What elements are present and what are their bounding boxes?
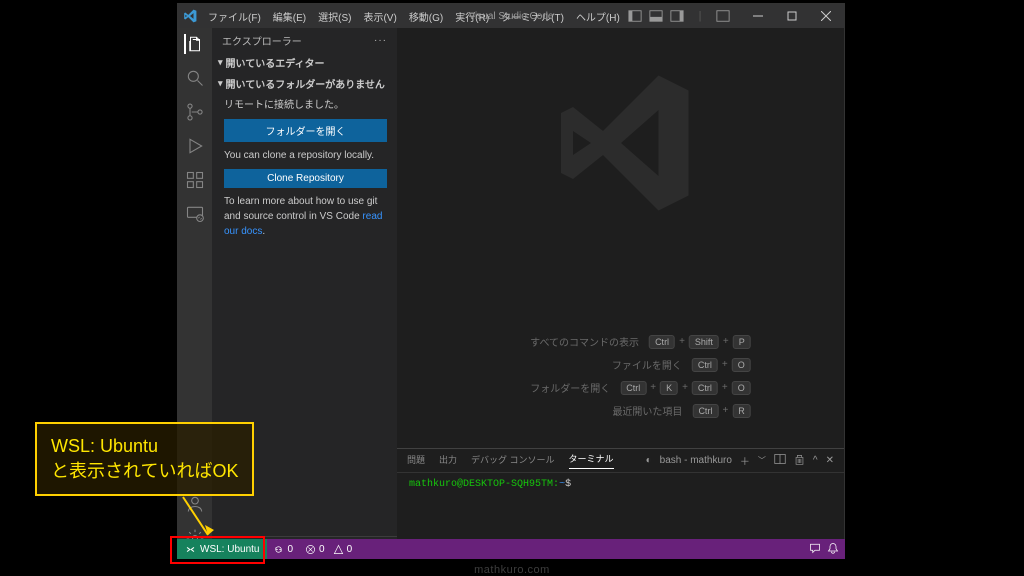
clone-msg: You can clone a repository locally.	[224, 148, 387, 163]
status-feedback-icon[interactable]	[809, 542, 821, 557]
panel-tabs: 問題 出力 デバッグ コンソール ターミナル ◐ bash - mathkuro…	[397, 449, 844, 473]
key: Ctrl	[649, 335, 675, 349]
callout-line2: と表示されていればOK	[51, 459, 238, 484]
key: K	[660, 381, 678, 395]
run-debug-icon[interactable]	[185, 136, 205, 156]
key: R	[732, 404, 751, 418]
kill-terminal-icon[interactable]	[794, 454, 805, 468]
extensions-icon[interactable]	[185, 170, 205, 190]
learn-text: To learn more about how to use git and s…	[224, 196, 377, 222]
shortcut-keys: Ctrl+Shift+P	[649, 335, 751, 349]
minimize-button[interactable]	[744, 4, 772, 28]
welcome-shortcuts: すべてのコマンドの表示 Ctrl+Shift+P ファイルを開く Ctrl+O フォルダ…	[490, 334, 751, 418]
menu-selection[interactable]: 選択(S)	[312, 6, 357, 27]
menu-help[interactable]: ヘルプ(H)	[570, 6, 626, 27]
status-sync[interactable]: 0	[267, 544, 299, 555]
terminal-user: mathkuro	[409, 479, 457, 490]
panel-tab-problems[interactable]: 問題	[407, 453, 425, 469]
shortcut-label: すべてのコマンドの表示	[519, 334, 639, 349]
status-warnings[interactable]: 0	[327, 544, 359, 555]
titlebar-controls: |	[626, 4, 844, 28]
key: Ctrl	[692, 381, 718, 395]
panel-actions: ◐ bash - mathkuro ＋ ﹀ ^ ✕	[646, 453, 834, 468]
key: Ctrl	[692, 358, 718, 372]
more-icon[interactable]: ···	[374, 35, 387, 46]
clone-repository-button[interactable]: Clone Repository	[224, 169, 387, 188]
callout-pointer	[178, 495, 228, 545]
statusbar: WSL: Ubuntu 0 0 0	[177, 539, 845, 559]
window-title: Visual Studio Code	[469, 11, 554, 22]
menu-file[interactable]: ファイル(F)	[202, 6, 267, 27]
remote-explorer-icon[interactable]	[185, 204, 205, 224]
panel-tab-terminal[interactable]: ターミナル	[569, 452, 614, 469]
key: O	[732, 358, 751, 372]
key: Shift	[689, 335, 719, 349]
chevron-down-icon	[218, 57, 223, 68]
shortcut-label: 最近開いた項目	[562, 403, 682, 418]
panel-tab-output[interactable]: 出力	[439, 453, 457, 469]
layout-sidebar-right-icon[interactable]	[668, 7, 686, 25]
close-button[interactable]	[812, 4, 840, 28]
add-terminal-icon[interactable]: ＋	[740, 453, 750, 468]
remote-connected-msg: リモートに接続しました。	[224, 98, 387, 113]
learn-msg: To learn more about how to use git and s…	[224, 194, 387, 239]
sidebar-content: リモートに接続しました。 フォルダーを開く You can clone a re…	[212, 94, 397, 247]
split-terminal-icon[interactable]	[774, 453, 786, 468]
titlebar: ファイル(F) 編集(E) 選択(S) 表示(V) 移動(G) 実行(R) ター…	[178, 4, 844, 28]
key: O	[732, 381, 751, 395]
terminal-shell-label[interactable]: bash - mathkuro	[660, 455, 732, 466]
chevron-down-icon	[218, 78, 223, 89]
terminal-shell-icon[interactable]: ◐	[646, 455, 652, 466]
terminal-dropdown-icon[interactable]: ﹀	[758, 455, 766, 466]
menu-view[interactable]: 表示(V)	[357, 6, 402, 27]
layout-sidebar-icon[interactable]	[626, 7, 644, 25]
key: Ctrl	[620, 381, 646, 395]
callout-line1: WSL: Ubuntu	[51, 434, 238, 459]
no-folder-section[interactable]: 開いているフォルダーがありません	[212, 73, 397, 94]
welcome-view: すべてのコマンドの表示 Ctrl+Shift+P ファイルを開く Ctrl+O フォルダ…	[397, 28, 844, 448]
source-control-icon[interactable]	[185, 102, 205, 122]
key: P	[733, 335, 751, 349]
vscode-logo-icon	[178, 9, 202, 23]
sidebar-header: エクスプローラー ···	[212, 28, 397, 52]
status-bell-icon[interactable]	[827, 542, 839, 557]
image-watermark: mathkuro.com	[474, 564, 550, 576]
maximize-panel-icon[interactable]: ^	[813, 455, 818, 466]
terminal-prompt: $	[565, 479, 571, 490]
maximize-button[interactable]	[778, 4, 806, 28]
terminal-host: DESKTOP-SQH95TM	[463, 479, 553, 490]
menu-go[interactable]: 移動(G)	[403, 6, 449, 27]
shortcut-keys: Ctrl+O	[692, 358, 751, 372]
layout-customize-icon[interactable]	[714, 7, 732, 25]
no-folder-label: 開いているフォルダーがありません	[226, 76, 385, 91]
shortcut-label: ファイルを開く	[562, 357, 682, 372]
editor-area: すべてのコマンドの表示 Ctrl+Shift+P ファイルを開く Ctrl+O フォルダ…	[397, 28, 844, 558]
layout-panel-icon[interactable]	[647, 7, 665, 25]
vscode-window: ファイル(F) 編集(E) 選択(S) 表示(V) 移動(G) 実行(R) ター…	[177, 3, 845, 559]
search-icon[interactable]	[185, 68, 205, 88]
shortcut-keys: Ctrl+R	[692, 404, 750, 418]
remote-label: WSL: Ubuntu	[200, 544, 259, 555]
open-editors-section[interactable]: 開いているエディター	[212, 52, 397, 73]
menu-edit[interactable]: 編集(E)	[267, 6, 312, 27]
callout-annotation: WSL: Ubuntu と表示されていればOK	[35, 422, 254, 496]
sidebar-title: エクスプローラー	[222, 33, 302, 48]
menu-bar: ファイル(F) 編集(E) 選択(S) 表示(V) 移動(G) 実行(R) ター…	[202, 6, 626, 27]
open-editors-label: 開いているエディター	[226, 55, 325, 70]
key: Ctrl	[692, 404, 718, 418]
shortcut-keys: Ctrl+K+Ctrl+O	[620, 381, 751, 395]
shortcut-label: フォルダーを開く	[490, 380, 610, 395]
open-folder-button[interactable]: フォルダーを開く	[224, 119, 387, 142]
explorer-icon[interactable]	[184, 34, 204, 54]
panel-tab-debug[interactable]: デバッグ コンソール	[471, 453, 555, 469]
close-panel-icon[interactable]: ✕	[826, 455, 834, 466]
vscode-watermark-icon	[546, 68, 696, 221]
